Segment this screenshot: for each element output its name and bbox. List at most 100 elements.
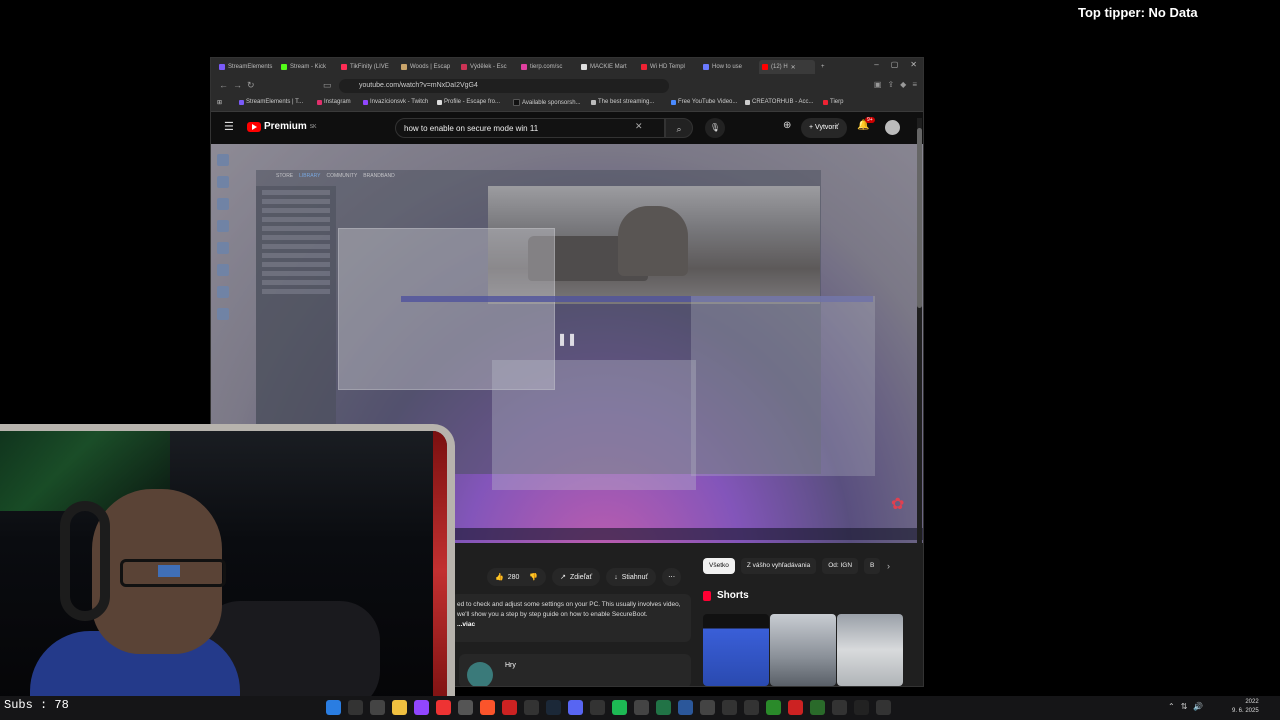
spotify-icon[interactable] xyxy=(612,700,627,715)
file-explorer-icon[interactable] xyxy=(392,700,407,715)
description-box[interactable]: ed to check and adjust some settings on … xyxy=(451,594,691,642)
reload-icon[interactable]: ↻ xyxy=(247,80,255,91)
tray-chevron-icon[interactable]: ⌃ xyxy=(1168,702,1175,711)
tab-label: StreamElements xyxy=(228,64,273,70)
tab-active[interactable]: (12) H ✕ xyxy=(759,60,815,74)
address-bar[interactable]: youtube.com/watch?v=mNxDaI2VgG4 xyxy=(339,79,669,93)
more-actions-button[interactable]: ⋯ xyxy=(662,568,682,586)
bookmark-item[interactable]: Free YouTube Video... xyxy=(671,99,737,105)
app-icon[interactable] xyxy=(414,700,429,715)
app-icon[interactable] xyxy=(634,700,649,715)
app-icon[interactable] xyxy=(436,700,451,715)
app-icon[interactable] xyxy=(810,700,825,715)
app-icon[interactable] xyxy=(722,700,737,715)
share-icon[interactable]: ⇪ xyxy=(887,80,894,89)
word-icon[interactable] xyxy=(678,700,693,715)
app-icon[interactable] xyxy=(832,700,847,715)
menu-icon[interactable]: ≡ xyxy=(912,80,917,89)
scroll-thumb[interactable] xyxy=(917,128,922,308)
short-thumbnail[interactable] xyxy=(770,614,836,686)
volume-icon[interactable]: 🔊 xyxy=(1193,702,1203,711)
shorts-label: Shorts xyxy=(717,590,749,601)
chips-next-icon[interactable]: › xyxy=(887,561,890,571)
tab[interactable]: TikFinity (LIVE xyxy=(341,60,391,74)
bookmark-item[interactable]: CREATORHUB - Acc... xyxy=(745,99,813,105)
bookmark-item[interactable]: Profile - Escape fro... xyxy=(437,99,500,105)
brave-browser-icon[interactable] xyxy=(480,700,495,715)
tab[interactable]: How to use xyxy=(703,60,749,74)
short-thumbnail[interactable] xyxy=(703,614,769,686)
youtube-logo[interactable]: Premium SK xyxy=(247,121,316,132)
discord-icon[interactable] xyxy=(568,700,583,715)
short-thumbnail[interactable] xyxy=(837,614,903,686)
tab-close-icon[interactable]: ✕ xyxy=(791,64,796,71)
tab-label: How to use xyxy=(712,64,743,70)
search-input[interactable]: how to enable on secure mode win 11 xyxy=(395,118,665,138)
hamburger-menu-icon[interactable]: ☰ xyxy=(224,120,234,133)
tab[interactable]: tierp.com/sc xyxy=(521,60,571,74)
maximize-icon[interactable]: ▢ xyxy=(891,60,899,69)
bookmark-item[interactable]: Instagram xyxy=(317,99,351,105)
app-icon[interactable] xyxy=(590,700,605,715)
app-icon[interactable] xyxy=(854,700,869,715)
avatar[interactable] xyxy=(885,120,900,135)
microphone-icon[interactable]: 🎙 xyxy=(705,118,725,138)
app-icon[interactable] xyxy=(744,700,759,715)
excel-icon[interactable] xyxy=(656,700,671,715)
show-more-link[interactable]: ...viac xyxy=(457,621,475,628)
shield-icon[interactable]: ◆ xyxy=(900,80,906,89)
windows-start-icon[interactable] xyxy=(326,700,341,715)
bookmark-item[interactable]: StreamElements | T... xyxy=(239,99,303,105)
bookmark-label: Instagram xyxy=(324,99,351,105)
chip-all[interactable]: Všetko xyxy=(703,558,735,574)
pause-icon[interactable]: ❚❚ xyxy=(557,332,577,346)
tab[interactable]: Woods | Escap xyxy=(401,60,451,74)
create-button[interactable]: + Vytvoriť xyxy=(801,118,847,138)
channel-card[interactable]: Hry xyxy=(459,654,691,686)
bookmark-item[interactable]: The best streaming... xyxy=(591,99,654,105)
tab-label: Výdělek - Esc xyxy=(470,64,507,70)
app-icon[interactable] xyxy=(524,700,539,715)
like-button[interactable]: 👍 280 👎 xyxy=(487,568,547,586)
download-button[interactable]: ↓ Stiahnuť xyxy=(606,568,657,586)
chip-from-ign[interactable]: Od: IGN xyxy=(822,558,859,574)
app-icon[interactable] xyxy=(788,700,803,715)
new-tab-button[interactable]: + xyxy=(821,60,831,74)
system-clock[interactable]: 2022 9. 6. 2025 xyxy=(1232,698,1259,716)
network-icon[interactable]: ⇅ xyxy=(1181,702,1188,711)
thumbs-down-icon[interactable]: 👎 xyxy=(529,573,538,581)
close-icon[interactable]: ✕ xyxy=(910,60,917,69)
bookmark-icon[interactable]: ▭ xyxy=(323,80,332,91)
page-scrollbar[interactable] xyxy=(917,118,922,678)
chip-from-search[interactable]: Z vášho vyhľadávania xyxy=(740,558,817,574)
tab[interactable]: Výdělek - Esc xyxy=(461,60,511,74)
app-icon[interactable] xyxy=(458,700,473,715)
tab[interactable]: StreamElements xyxy=(219,60,277,74)
tab-label: Stream - Kick xyxy=(290,64,327,70)
extension-icon[interactable]: ▣ xyxy=(874,80,882,89)
apps-icon[interactable]: ⊞ xyxy=(217,99,222,106)
task-view-icon[interactable] xyxy=(370,700,385,715)
bookmark-favicon-icon xyxy=(671,99,676,105)
bookmark-item[interactable]: Tierp xyxy=(823,99,843,105)
app-icon[interactable] xyxy=(502,700,517,715)
back-icon[interactable]: ← xyxy=(219,80,228,90)
app-icon[interactable] xyxy=(700,700,715,715)
chip-more[interactable]: B xyxy=(864,558,881,574)
tab[interactable]: MACKIE Mart xyxy=(581,60,631,74)
create-icon[interactable]: ⊕ xyxy=(783,120,791,131)
bookmark-item[interactable]: Available sponsorsh... xyxy=(513,99,581,106)
forward-icon[interactable]: → xyxy=(233,80,242,90)
tab[interactable]: Wi HD Templ xyxy=(641,60,691,74)
search-button[interactable]: ⌕ xyxy=(665,118,693,138)
app-icon[interactable] xyxy=(876,700,891,715)
steam-icon[interactable] xyxy=(546,700,561,715)
search-icon[interactable] xyxy=(348,700,363,715)
tab-label: Woods | Escap xyxy=(410,64,451,70)
minimize-icon[interactable]: – xyxy=(874,60,878,69)
clear-search-icon[interactable]: ✕ xyxy=(635,121,643,132)
app-icon[interactable] xyxy=(766,700,781,715)
tab[interactable]: Stream - Kick xyxy=(281,60,331,74)
bookmark-item[interactable]: Invazícionsvk - Twitch xyxy=(363,99,428,105)
share-button[interactable]: ↗ Zdieľať xyxy=(552,568,601,586)
